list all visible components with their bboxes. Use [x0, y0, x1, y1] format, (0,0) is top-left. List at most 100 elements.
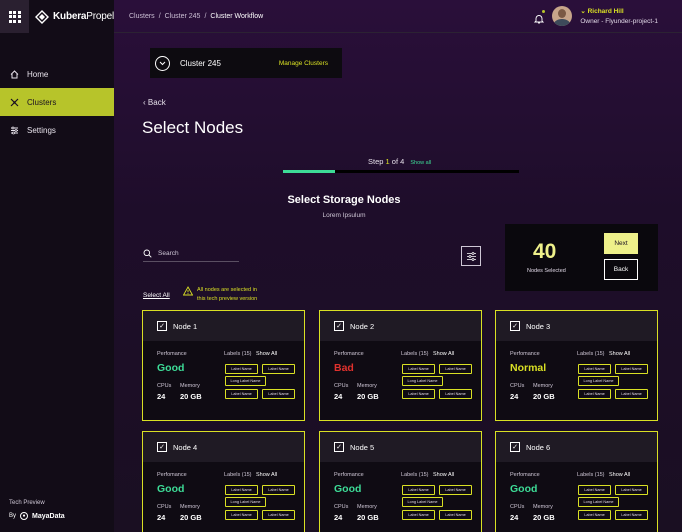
- notice-text: All nodes are selected in this tech prev…: [197, 287, 258, 302]
- labels-show-all-link[interactable]: Show All: [609, 472, 630, 478]
- node-card-header: ✓ Node 2: [320, 311, 481, 341]
- sidebar-nav: Home Clusters Settings: [0, 60, 114, 144]
- back-link[interactable]: ‹ Back: [143, 98, 166, 107]
- memory-value: 20 GB: [357, 392, 379, 401]
- label-pill: Long Label Name: [402, 497, 443, 507]
- vendor-credit: By ● MayaData: [9, 512, 65, 520]
- breadcrumb-clusters[interactable]: Clusters: [129, 13, 155, 20]
- performance-label: Perfomance: [334, 472, 364, 478]
- label-pill: Label Name: [578, 364, 611, 374]
- select-all-link[interactable]: Select All: [143, 292, 170, 299]
- memory-label: Memory: [180, 383, 200, 389]
- performance-label: Perfomance: [510, 351, 540, 357]
- tech-preview-label: Tech Preview: [9, 500, 45, 506]
- mayadata-logo-icon: ●: [20, 512, 29, 520]
- labels-show-all-link[interactable]: Show All: [433, 351, 454, 357]
- sidebar-item-settings[interactable]: Settings: [0, 116, 114, 144]
- search-icon: [143, 249, 152, 258]
- cpus-value: 24: [510, 513, 519, 522]
- nodes-selected-count: 40: [533, 240, 557, 263]
- cluster-selector: Cluster 245 Manage Clusters: [150, 48, 342, 78]
- label-pill: Label Name: [439, 510, 472, 520]
- memory-value: 20 GB: [533, 513, 555, 522]
- node-checkbox[interactable]: ✓: [157, 442, 167, 452]
- next-button[interactable]: Next: [604, 233, 638, 254]
- node-checkbox[interactable]: ✓: [157, 321, 167, 331]
- check-icon: ✓: [159, 322, 165, 330]
- node-checkbox[interactable]: ✓: [334, 442, 344, 452]
- sidebar: KuberaPropel Home Clusters Settings Tech…: [0, 0, 114, 532]
- node-checkbox[interactable]: ✓: [510, 321, 520, 331]
- node-card[interactable]: ✓ Node 1 Perfomance Good CPUs Memory 24 …: [142, 310, 305, 421]
- node-checkbox[interactable]: ✓: [510, 442, 520, 452]
- labels-show-all-link[interactable]: Show All: [433, 472, 454, 478]
- label-pill: Long Label Name: [578, 497, 619, 507]
- labels-show-all-link[interactable]: Show All: [256, 472, 277, 478]
- node-card-body: Perfomance Good CPUs Memory 24 20 GB Lab…: [143, 341, 304, 422]
- back-button[interactable]: Back: [604, 259, 638, 280]
- filter-button[interactable]: [461, 246, 481, 266]
- node-card-body: Perfomance Normal CPUs Memory 24 20 GB L…: [496, 341, 657, 422]
- cpus-value: 24: [334, 392, 343, 401]
- cpus-value: 24: [510, 392, 519, 401]
- cpus-label: CPUs: [334, 383, 349, 389]
- check-icon: ✓: [336, 443, 342, 451]
- labels-show-all-link[interactable]: Show All: [256, 351, 277, 357]
- node-card[interactable]: ✓ Node 5 Perfomance Good CPUs Memory 24 …: [319, 431, 482, 532]
- app-grid-button[interactable]: [0, 0, 30, 33]
- label-pill: Label Name: [615, 364, 648, 374]
- sidebar-item-label: Clusters: [27, 97, 57, 107]
- node-card-body: Perfomance Good CPUs Memory 24 20 GB Lab…: [320, 462, 481, 532]
- cluster-name: Cluster 245: [180, 58, 221, 68]
- breadcrumb-separator: /: [158, 12, 161, 20]
- node-card[interactable]: ✓ Node 2 Perfomance Bad CPUs Memory 24 2…: [319, 310, 482, 421]
- label-pill: Label Name: [439, 364, 472, 374]
- search-input[interactable]: [158, 250, 233, 257]
- check-icon: ✓: [512, 322, 518, 330]
- node-card[interactable]: ✓ Node 4 Perfomance Good CPUs Memory 24 …: [142, 431, 305, 532]
- node-name: Node 6: [526, 442, 551, 452]
- label-pill: Label Name: [402, 364, 435, 374]
- memory-label: Memory: [357, 383, 377, 389]
- labels-count: Labels (15): [577, 351, 605, 357]
- cpus-label: CPUs: [157, 504, 172, 510]
- sidebar-item-home[interactable]: Home: [0, 60, 114, 88]
- avatar[interactable]: [552, 6, 573, 26]
- labels-count: Labels (15): [401, 472, 429, 478]
- cpus-label: CPUs: [334, 504, 349, 510]
- chevron-down-icon[interactable]: [155, 55, 170, 71]
- breadcrumb-cluster-245[interactable]: Cluster 245: [165, 13, 201, 20]
- node-card[interactable]: ✓ Node 6 Perfomance Good CPUs Memory 24 …: [495, 431, 658, 532]
- label-pill: Label Name: [578, 510, 611, 520]
- labels-show-all-link[interactable]: Show All: [609, 351, 630, 357]
- node-card-header: ✓ Node 1: [143, 311, 304, 341]
- notification-dot: [542, 10, 546, 13]
- label-pill: Label Name: [439, 389, 472, 399]
- memory-label: Memory: [357, 504, 377, 510]
- clusters-icon: [10, 98, 19, 107]
- node-card[interactable]: ✓ Node 3 Perfomance Normal CPUs Memory 2…: [495, 310, 658, 421]
- breadcrumb: Clusters / Cluster 245 / Cluster Workflo…: [129, 13, 263, 20]
- show-all-steps-link[interactable]: Show all: [410, 160, 431, 166]
- notification-bell-icon[interactable]: [534, 10, 546, 24]
- label-pill: Long Label Name: [225, 497, 266, 507]
- nodes-selected-label: Nodes Selected: [527, 268, 566, 274]
- label-pill: Long Label Name: [225, 376, 266, 386]
- label-pill: Label Name: [578, 485, 611, 495]
- node-name: Node 2: [350, 321, 375, 331]
- node-card-body: Perfomance Good CPUs Memory 24 20 GB Lab…: [143, 462, 304, 532]
- sidebar-item-label: Settings: [27, 125, 56, 135]
- cpus-label: CPUs: [157, 383, 172, 389]
- sidebar-item-clusters[interactable]: Clusters: [0, 88, 114, 116]
- label-pill: Label Name: [402, 389, 435, 399]
- user-menu[interactable]: ⌄ Richard Hill Owner - Flyunder-project-…: [534, 6, 658, 26]
- node-checkbox[interactable]: ✓: [334, 321, 344, 331]
- brand-logo[interactable]: KuberaPropel: [35, 9, 114, 24]
- memory-value: 20 GB: [533, 392, 555, 401]
- sidebar-item-label: Home: [27, 69, 49, 79]
- warning-icon: [183, 286, 193, 296]
- manage-clusters-link[interactable]: Manage Clusters: [279, 60, 328, 67]
- memory-value: 20 GB: [180, 392, 202, 401]
- label-pill: Long Label Name: [402, 376, 443, 386]
- performance-value: Normal: [510, 362, 547, 374]
